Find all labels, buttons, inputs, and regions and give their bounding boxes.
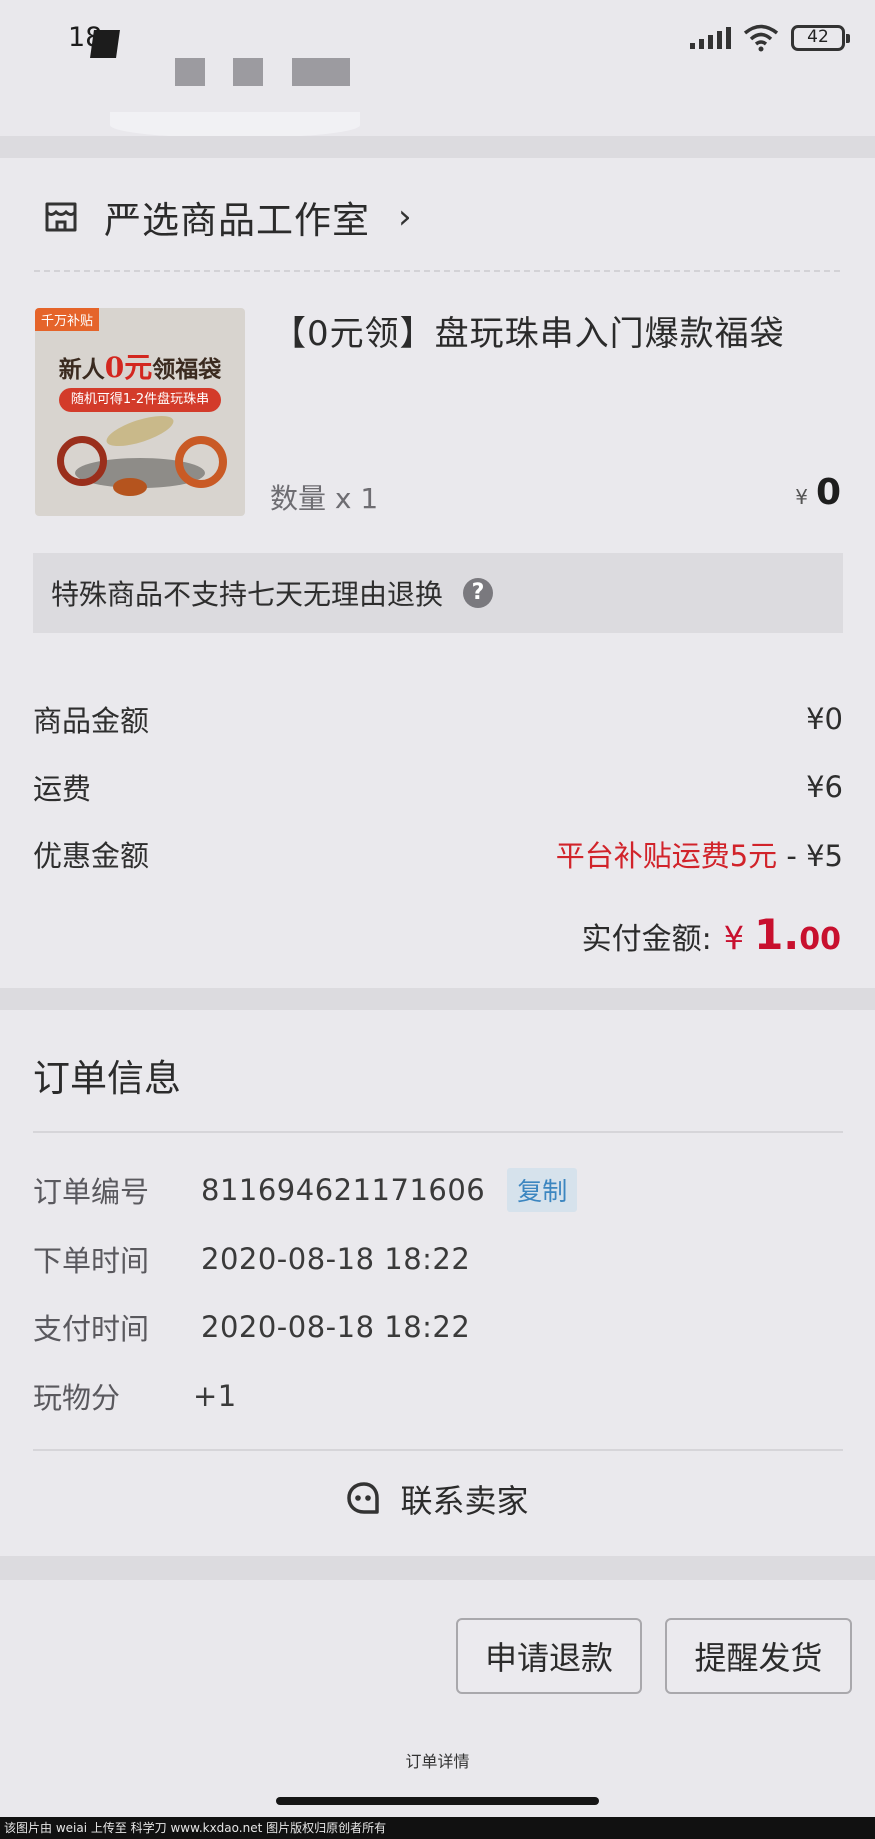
order-time: 2020-08-18 18:22 xyxy=(201,1242,471,1276)
home-indicator[interactable] xyxy=(276,1797,599,1805)
fee-label: 商品金额 xyxy=(33,704,150,738)
pay-time: 2020-08-18 18:22 xyxy=(201,1310,471,1344)
shop-name: 严选商品工作室 xyxy=(104,199,370,242)
info-label: 下单时间 xyxy=(33,1244,150,1278)
product-quantity: 数量 x 1 xyxy=(270,482,379,515)
order-detail-page: 18 42 严选商品工作室 › 千万补贴 新人0元领福袋 随机可得1-2件盘玩珠… xyxy=(0,0,875,1839)
section-divider xyxy=(0,1556,875,1578)
contact-seller-label: 联系卖家 xyxy=(400,1482,529,1520)
discount-detail: 平台补贴运费5元 - ¥5 xyxy=(556,833,843,875)
divider xyxy=(33,1449,843,1451)
wifi-icon xyxy=(743,24,779,52)
divider xyxy=(33,1131,843,1133)
fee-value: ¥6 xyxy=(806,770,843,804)
fee-label: 运费 xyxy=(33,772,92,806)
redaction-smear xyxy=(110,112,360,138)
total-label: 实付金额: xyxy=(581,922,712,957)
product-price: ¥ 0 xyxy=(795,472,841,513)
fee-row-shipping: 运费 ¥6 xyxy=(33,766,843,808)
fee-row-discount: 优惠金额 平台补贴运费5元 - ¥5 xyxy=(33,833,843,875)
fee-value: - ¥5 xyxy=(777,839,843,873)
order-time-row: 下单时间 2020-08-18 18:22 xyxy=(33,1238,470,1280)
total-decimal: 00 xyxy=(799,922,841,957)
shop-icon xyxy=(45,202,77,232)
fee-value: ¥0 xyxy=(806,702,843,736)
redaction-block xyxy=(292,58,350,86)
info-label: 玩物分 xyxy=(33,1381,121,1415)
chat-bubble-icon xyxy=(347,1482,380,1514)
image-ribbon: 随机可得1-2件盘玩珠串 xyxy=(59,388,221,412)
bracelet-graphic xyxy=(57,436,107,486)
info-label: 支付时间 xyxy=(33,1312,150,1346)
shop-link[interactable]: 严选商品工作室 › xyxy=(42,190,412,244)
section-divider xyxy=(0,136,875,158)
bracelet-graphic xyxy=(113,478,147,496)
points-value: +1 xyxy=(193,1379,237,1413)
total-integer: 1. xyxy=(754,910,800,959)
action-bar: 申请退款 提醒发货 xyxy=(0,1578,875,1728)
watermark-banner: 该图片由 weiai 上传至 科学刀 www.kxdao.net 图片版权归原创… xyxy=(0,1817,875,1839)
pay-time-row: 支付时间 2020-08-18 18:22 xyxy=(33,1306,470,1348)
total-paid: 实付金额: ¥ 1. 00 xyxy=(582,910,841,959)
fee-label: 优惠金额 xyxy=(33,839,150,873)
refund-button[interactable]: 申请退款 xyxy=(456,1618,642,1694)
fee-row-goods: 商品金额 ¥0 xyxy=(33,698,843,740)
product-title[interactable]: 【0元领】盘玩珠串入门爆款福袋 xyxy=(272,306,785,355)
notice-text: 特殊商品不支持七天无理由退换 xyxy=(51,578,444,611)
bracelet-graphic xyxy=(175,436,227,488)
help-icon[interactable]: ? xyxy=(463,578,494,608)
battery-icon: 42 xyxy=(791,25,850,51)
image-title: 新人0元领福袋 xyxy=(58,351,222,384)
subsidy-note: 平台补贴运费5元 xyxy=(555,839,778,873)
order-info-title: 订单信息 xyxy=(33,1057,181,1100)
status-icons: 42 xyxy=(690,24,850,52)
total-currency: ¥ xyxy=(723,919,745,957)
redaction-block xyxy=(175,58,205,86)
status-bar: 18 42 xyxy=(0,0,875,140)
page-label: 订单详情 xyxy=(405,1752,470,1771)
remind-shipping-button[interactable]: 提醒发货 xyxy=(665,1618,852,1694)
info-label: 订单编号 xyxy=(33,1175,150,1209)
product-image[interactable]: 千万补贴 新人0元领福袋 随机可得1-2件盘玩珠串 xyxy=(35,308,245,516)
redaction-block xyxy=(233,58,263,86)
return-policy-notice: 特殊商品不支持七天无理由退换 ? xyxy=(33,553,843,633)
points-row: 玩物分 +1 xyxy=(33,1375,237,1417)
copy-button[interactable]: 复制 xyxy=(507,1168,578,1212)
signal-icon xyxy=(690,27,731,49)
dashed-divider xyxy=(34,270,840,272)
image-tag: 千万补贴 xyxy=(35,308,100,331)
price-value: 0 xyxy=(815,472,841,513)
price-currency: ¥ xyxy=(795,485,808,509)
bracelet-graphic xyxy=(103,409,177,453)
order-number: 811694621171606 xyxy=(201,1173,486,1207)
chevron-right-icon: › xyxy=(398,197,412,237)
order-number-row: 订单编号 811694621171606 复制 xyxy=(33,1168,578,1212)
contact-seller-button[interactable]: 联系卖家 xyxy=(0,1476,875,1522)
redaction-block xyxy=(90,30,120,58)
section-divider xyxy=(0,988,875,1010)
